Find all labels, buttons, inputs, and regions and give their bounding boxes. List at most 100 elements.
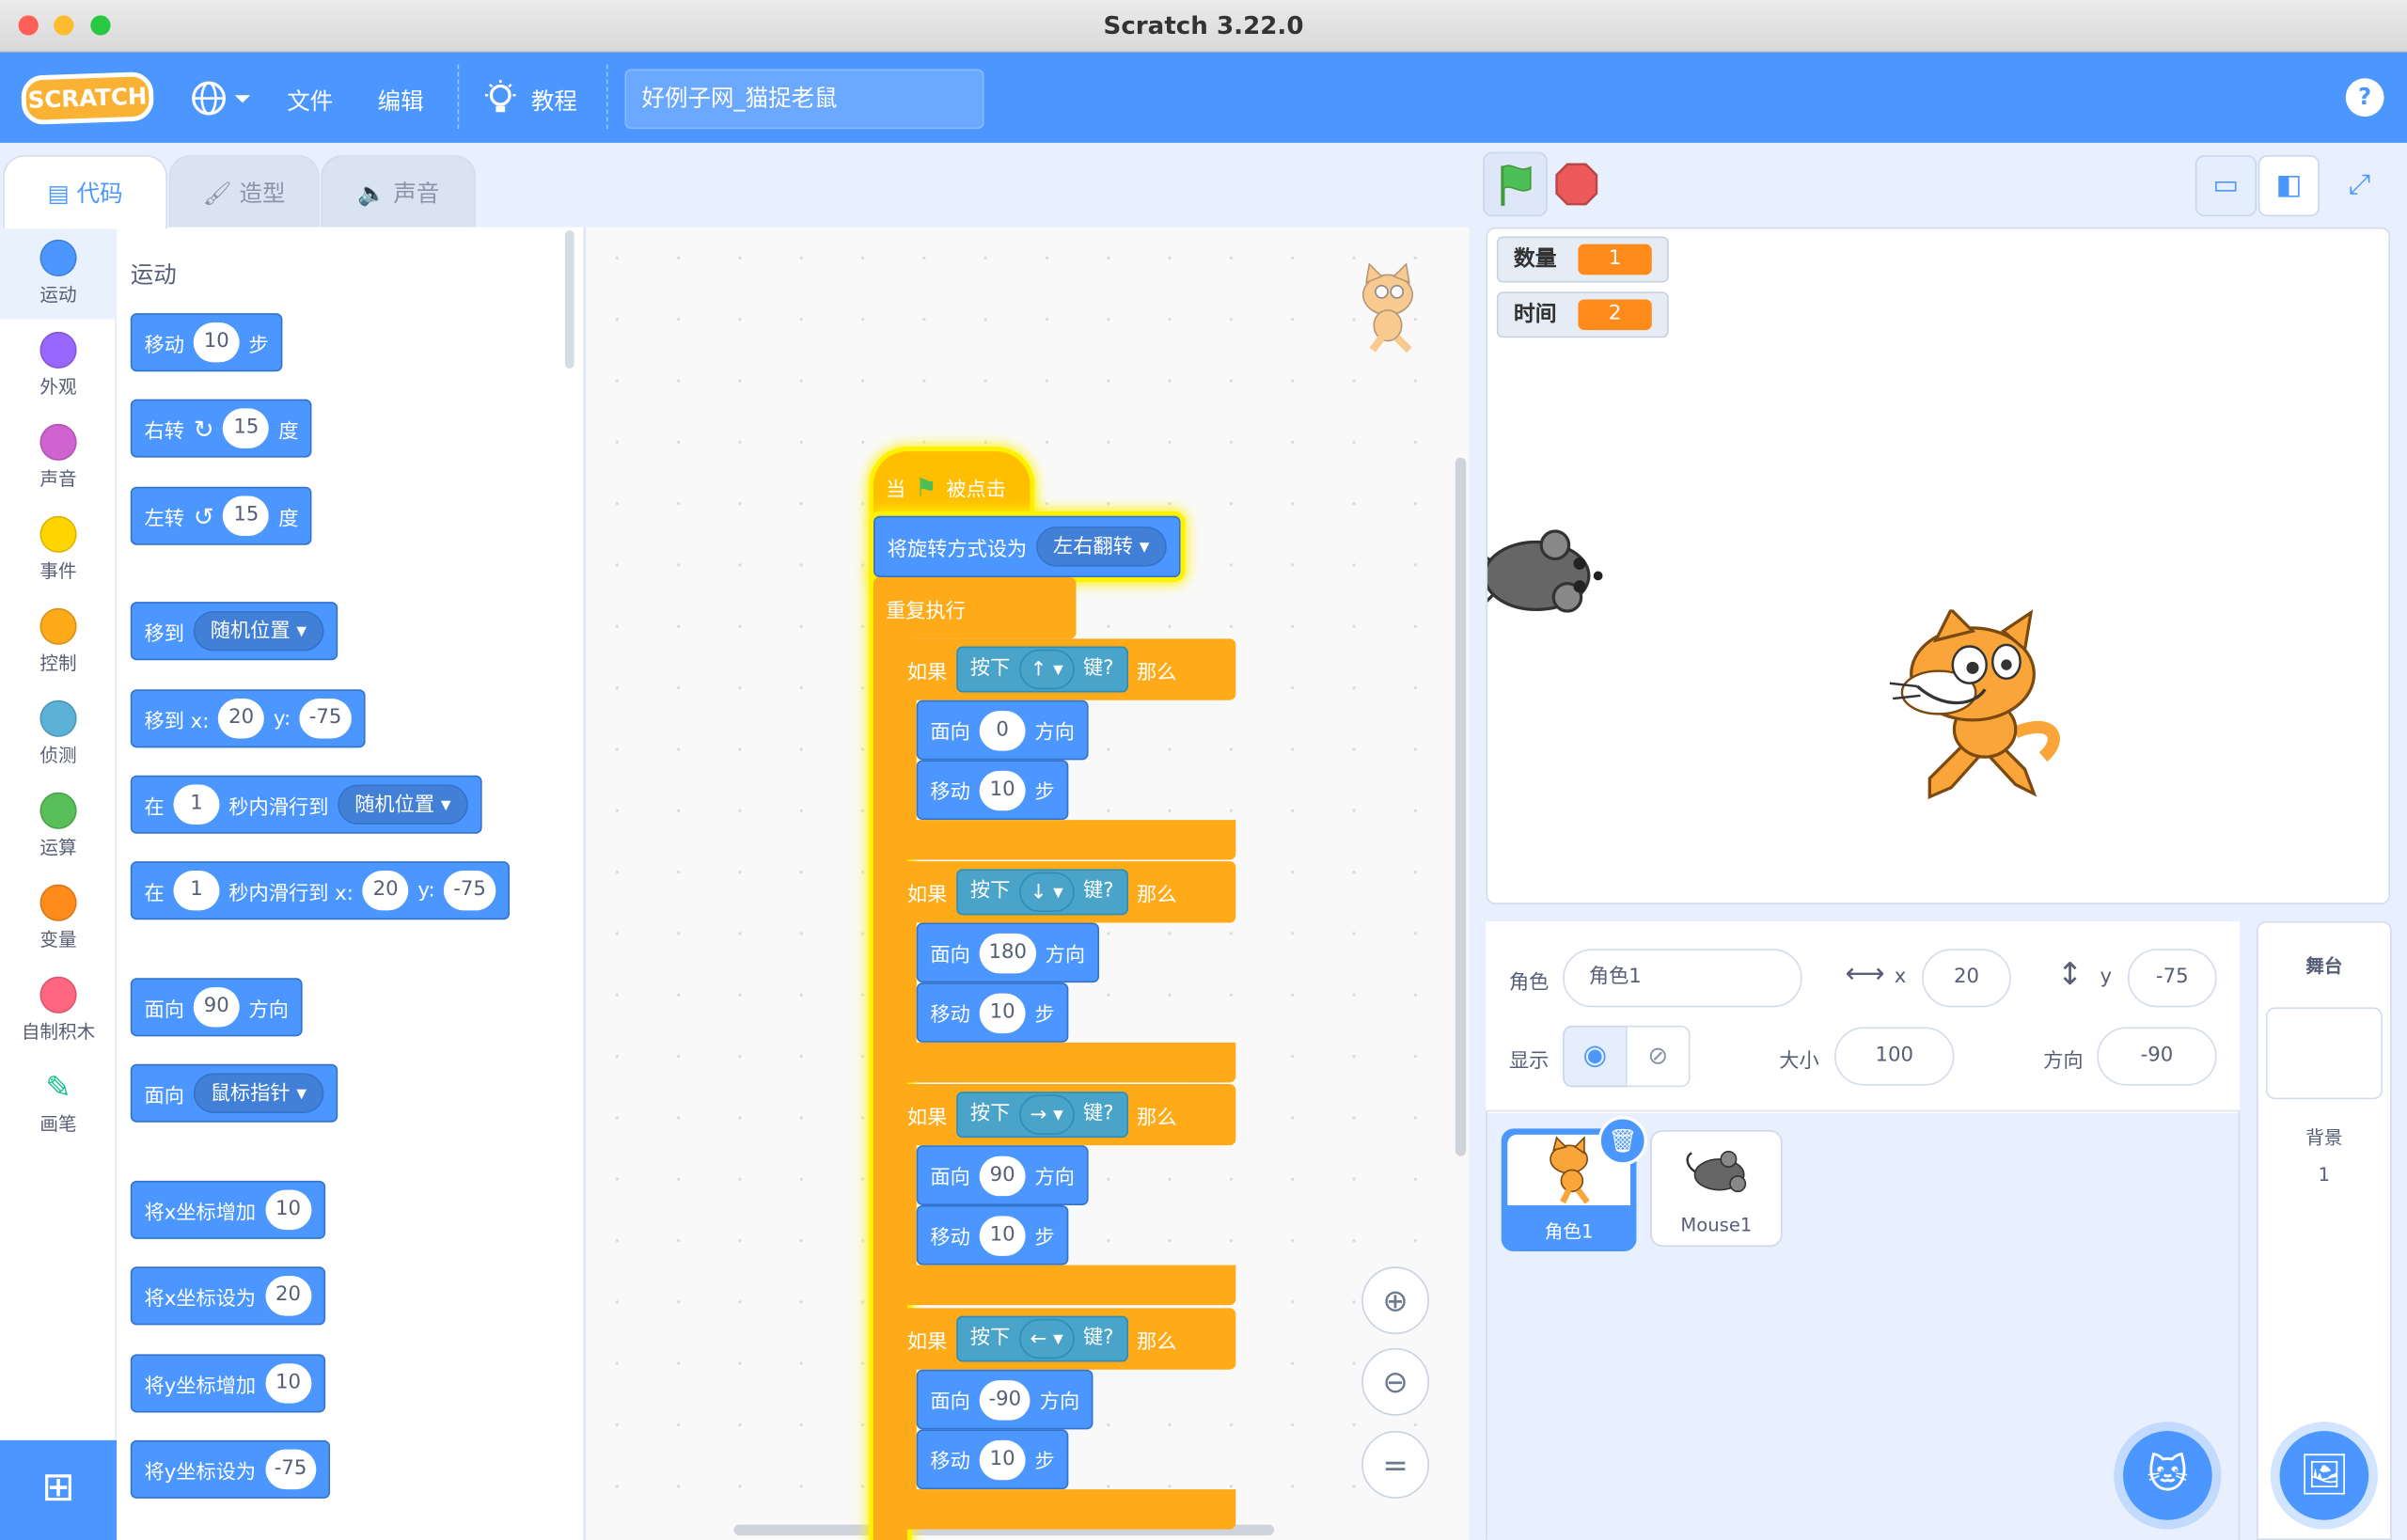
block-move-steps[interactable]: 移动 10 步 [130, 313, 283, 372]
direction-input[interactable]: 90 [979, 1155, 1026, 1196]
number-input[interactable]: 20 [264, 1276, 311, 1316]
secs-input[interactable]: 1 [173, 870, 220, 911]
category-7[interactable]: 变量 [0, 872, 117, 965]
project-title-input[interactable]: 好例子网_猫捉老鼠 [624, 69, 984, 130]
palette-scrollbar[interactable] [564, 229, 574, 369]
block-set-y[interactable]: 将y坐标设为 -75 [130, 1439, 330, 1499]
number-input[interactable]: 10 [193, 322, 240, 363]
block-if[interactable]: 如果 按下 ← ▾ 键? 那么 [894, 1308, 1236, 1370]
direction-input[interactable]: 180 [979, 933, 1036, 973]
hide-sprite-button[interactable]: ⊘ [1626, 1025, 1691, 1088]
category-5[interactable]: 侦测 [0, 688, 117, 780]
number-input[interactable]: 90 [193, 987, 240, 1028]
key-dropdown[interactable]: → ▾ [1019, 1094, 1075, 1135]
x-input[interactable]: 20 [362, 870, 409, 911]
fullscreen-button[interactable]: ⤢ [2329, 155, 2390, 216]
block-goto[interactable]: 移到 随机位置 ▾ [130, 602, 338, 661]
block-move-steps[interactable]: 移动 10 步 [916, 982, 1069, 1043]
steps-input[interactable]: 10 [979, 769, 1026, 810]
key-pressed-block[interactable]: 按下 ↓ ▾ 键? [956, 869, 1128, 916]
choose-sprite-button[interactable]: 🐱 [2123, 1431, 2212, 1520]
stop-button[interactable] [1553, 161, 1599, 207]
category-4[interactable]: 控制 [0, 596, 117, 688]
towards-dropdown[interactable]: 鼠标指针 ▾ [193, 1073, 324, 1113]
block-move-steps[interactable]: 移动 10 步 [916, 1204, 1069, 1265]
block-turn-left[interactable]: 左转 ↺ 15 度 [130, 486, 313, 545]
scratch-logo[interactable]: SCRATCH [20, 71, 155, 126]
block-point-direction[interactable]: 面向 -90 方向 [916, 1369, 1093, 1430]
key-pressed-block[interactable]: 按下 → ▾ 键? [956, 1092, 1128, 1139]
category-6[interactable]: 运算 [0, 780, 117, 872]
number-input[interactable]: 15 [223, 408, 270, 448]
block-turn-right[interactable]: 右转 ↻ 15 度 [130, 399, 313, 458]
variable-monitor[interactable]: 数量 1 [1496, 236, 1669, 283]
block-if[interactable]: 如果 按下 ↓ ▾ 键? 那么 [894, 861, 1236, 923]
category-1[interactable]: 外观 [0, 320, 117, 412]
x-input[interactable]: 20 [1922, 949, 2011, 1008]
help-button[interactable]: ? [2345, 78, 2384, 118]
block-if[interactable]: 如果 按下 → ▾ 键? 那么 [894, 1083, 1236, 1146]
zoom-reset-button[interactable]: = [1361, 1431, 1430, 1499]
secs-input[interactable]: 1 [173, 784, 220, 825]
green-flag-button[interactable] [1483, 151, 1548, 217]
steps-input[interactable]: 10 [979, 1439, 1026, 1480]
tab-sounds[interactable]: 🔈 声音 [321, 154, 477, 228]
number-input[interactable]: 15 [223, 495, 270, 536]
y-input[interactable]: -75 [299, 699, 352, 739]
show-sprite-button[interactable]: ◉ [1563, 1025, 1628, 1088]
block-point-direction[interactable]: 面向 90 方向 [916, 1145, 1089, 1205]
tab-code[interactable]: ▤ 代码 [3, 154, 167, 229]
category-3[interactable]: 事件 [0, 504, 117, 596]
key-pressed-block[interactable]: 按下 ← ▾ 键? [956, 1315, 1128, 1362]
block-when-flag-clicked[interactable]: 当 ⚑ 被点击 [873, 451, 1030, 516]
y-input[interactable]: -75 [444, 870, 496, 911]
delete-sprite-button[interactable]: 🗑 [1597, 1116, 1647, 1166]
block-change-x[interactable]: 将x坐标增加 10 [130, 1180, 325, 1239]
rotation-style-dropdown[interactable]: 左右翻转 ▾ [1036, 526, 1167, 567]
large-stage-button[interactable]: ◧ [2258, 154, 2320, 217]
key-dropdown[interactable]: ← ▾ [1019, 1318, 1075, 1359]
category-9[interactable]: ✎ 画笔 [0, 1057, 117, 1149]
add-extension-button[interactable]: ⊞ [0, 1439, 118, 1540]
block-change-y[interactable]: 将y坐标增加 10 [130, 1354, 325, 1413]
number-input[interactable]: 10 [264, 1189, 311, 1231]
block-if[interactable]: 如果 按下 ↑ ▾ 键? 那么 [894, 638, 1236, 700]
key-dropdown[interactable]: ↑ ▾ [1019, 649, 1075, 690]
y-input[interactable]: -75 [2127, 949, 2217, 1008]
size-input[interactable]: 100 [1834, 1027, 1955, 1086]
choose-backdrop-button[interactable]: 🖼 [2279, 1431, 2369, 1520]
block-move-steps[interactable]: 移动 10 步 [916, 1429, 1069, 1490]
block-forever[interactable]: 重复执行 [873, 577, 1077, 639]
steps-input[interactable]: 10 [979, 1215, 1026, 1256]
goto-dropdown[interactable]: 随机位置 ▾ [193, 610, 324, 652]
language-menu[interactable] [190, 78, 258, 118]
sprite-name-input[interactable]: 角色1 [1563, 949, 1802, 1008]
block-glide-xy[interactable]: 在 1 秒内滑行到 x: 20 y: -75 [130, 861, 510, 920]
x-input[interactable]: 20 [218, 699, 265, 739]
direction-input[interactable]: -90 [2097, 1027, 2217, 1086]
glide-dropdown[interactable]: 随机位置 ▾ [338, 784, 468, 825]
block-set-rotation-style[interactable]: 将旋转方式设为 左右翻转 ▾ [873, 515, 1181, 578]
block-point-direction[interactable]: 面向 180 方向 [916, 922, 1099, 983]
zoom-in-button[interactable]: ⊕ [1361, 1266, 1430, 1335]
tutorials-button[interactable]: 教程 [482, 79, 590, 119]
variable-monitor[interactable]: 时间 2 [1496, 291, 1669, 338]
category-8[interactable]: 自制积木 [0, 965, 117, 1057]
number-input[interactable]: 10 [264, 1363, 311, 1404]
block-point-direction[interactable]: 面向 0 方向 [916, 699, 1089, 761]
stage-thumbnail[interactable] [2265, 1007, 2383, 1100]
edit-menu[interactable]: 编辑 [378, 85, 424, 117]
key-dropdown[interactable]: ↓ ▾ [1019, 872, 1075, 913]
steps-input[interactable]: 10 [979, 992, 1026, 1033]
sprite-thumb-mouse[interactable]: Mouse1 [1650, 1129, 1783, 1248]
category-0[interactable]: 运动 [0, 227, 118, 320]
direction-input[interactable]: -90 [979, 1379, 1030, 1420]
number-input[interactable]: -75 [264, 1449, 317, 1490]
zoom-out-button[interactable]: ⊖ [1361, 1347, 1430, 1416]
tab-costumes[interactable]: 🖌 造型 [168, 154, 320, 228]
block-point-direction[interactable]: 面向 90 方向 [130, 978, 303, 1037]
block-set-x[interactable]: 将x坐标设为 20 [130, 1266, 325, 1326]
block-goto-xy[interactable]: 移到 x: 20 y: -75 [130, 689, 365, 748]
file-menu[interactable]: 文件 [287, 85, 333, 117]
category-2[interactable]: 声音 [0, 412, 117, 504]
